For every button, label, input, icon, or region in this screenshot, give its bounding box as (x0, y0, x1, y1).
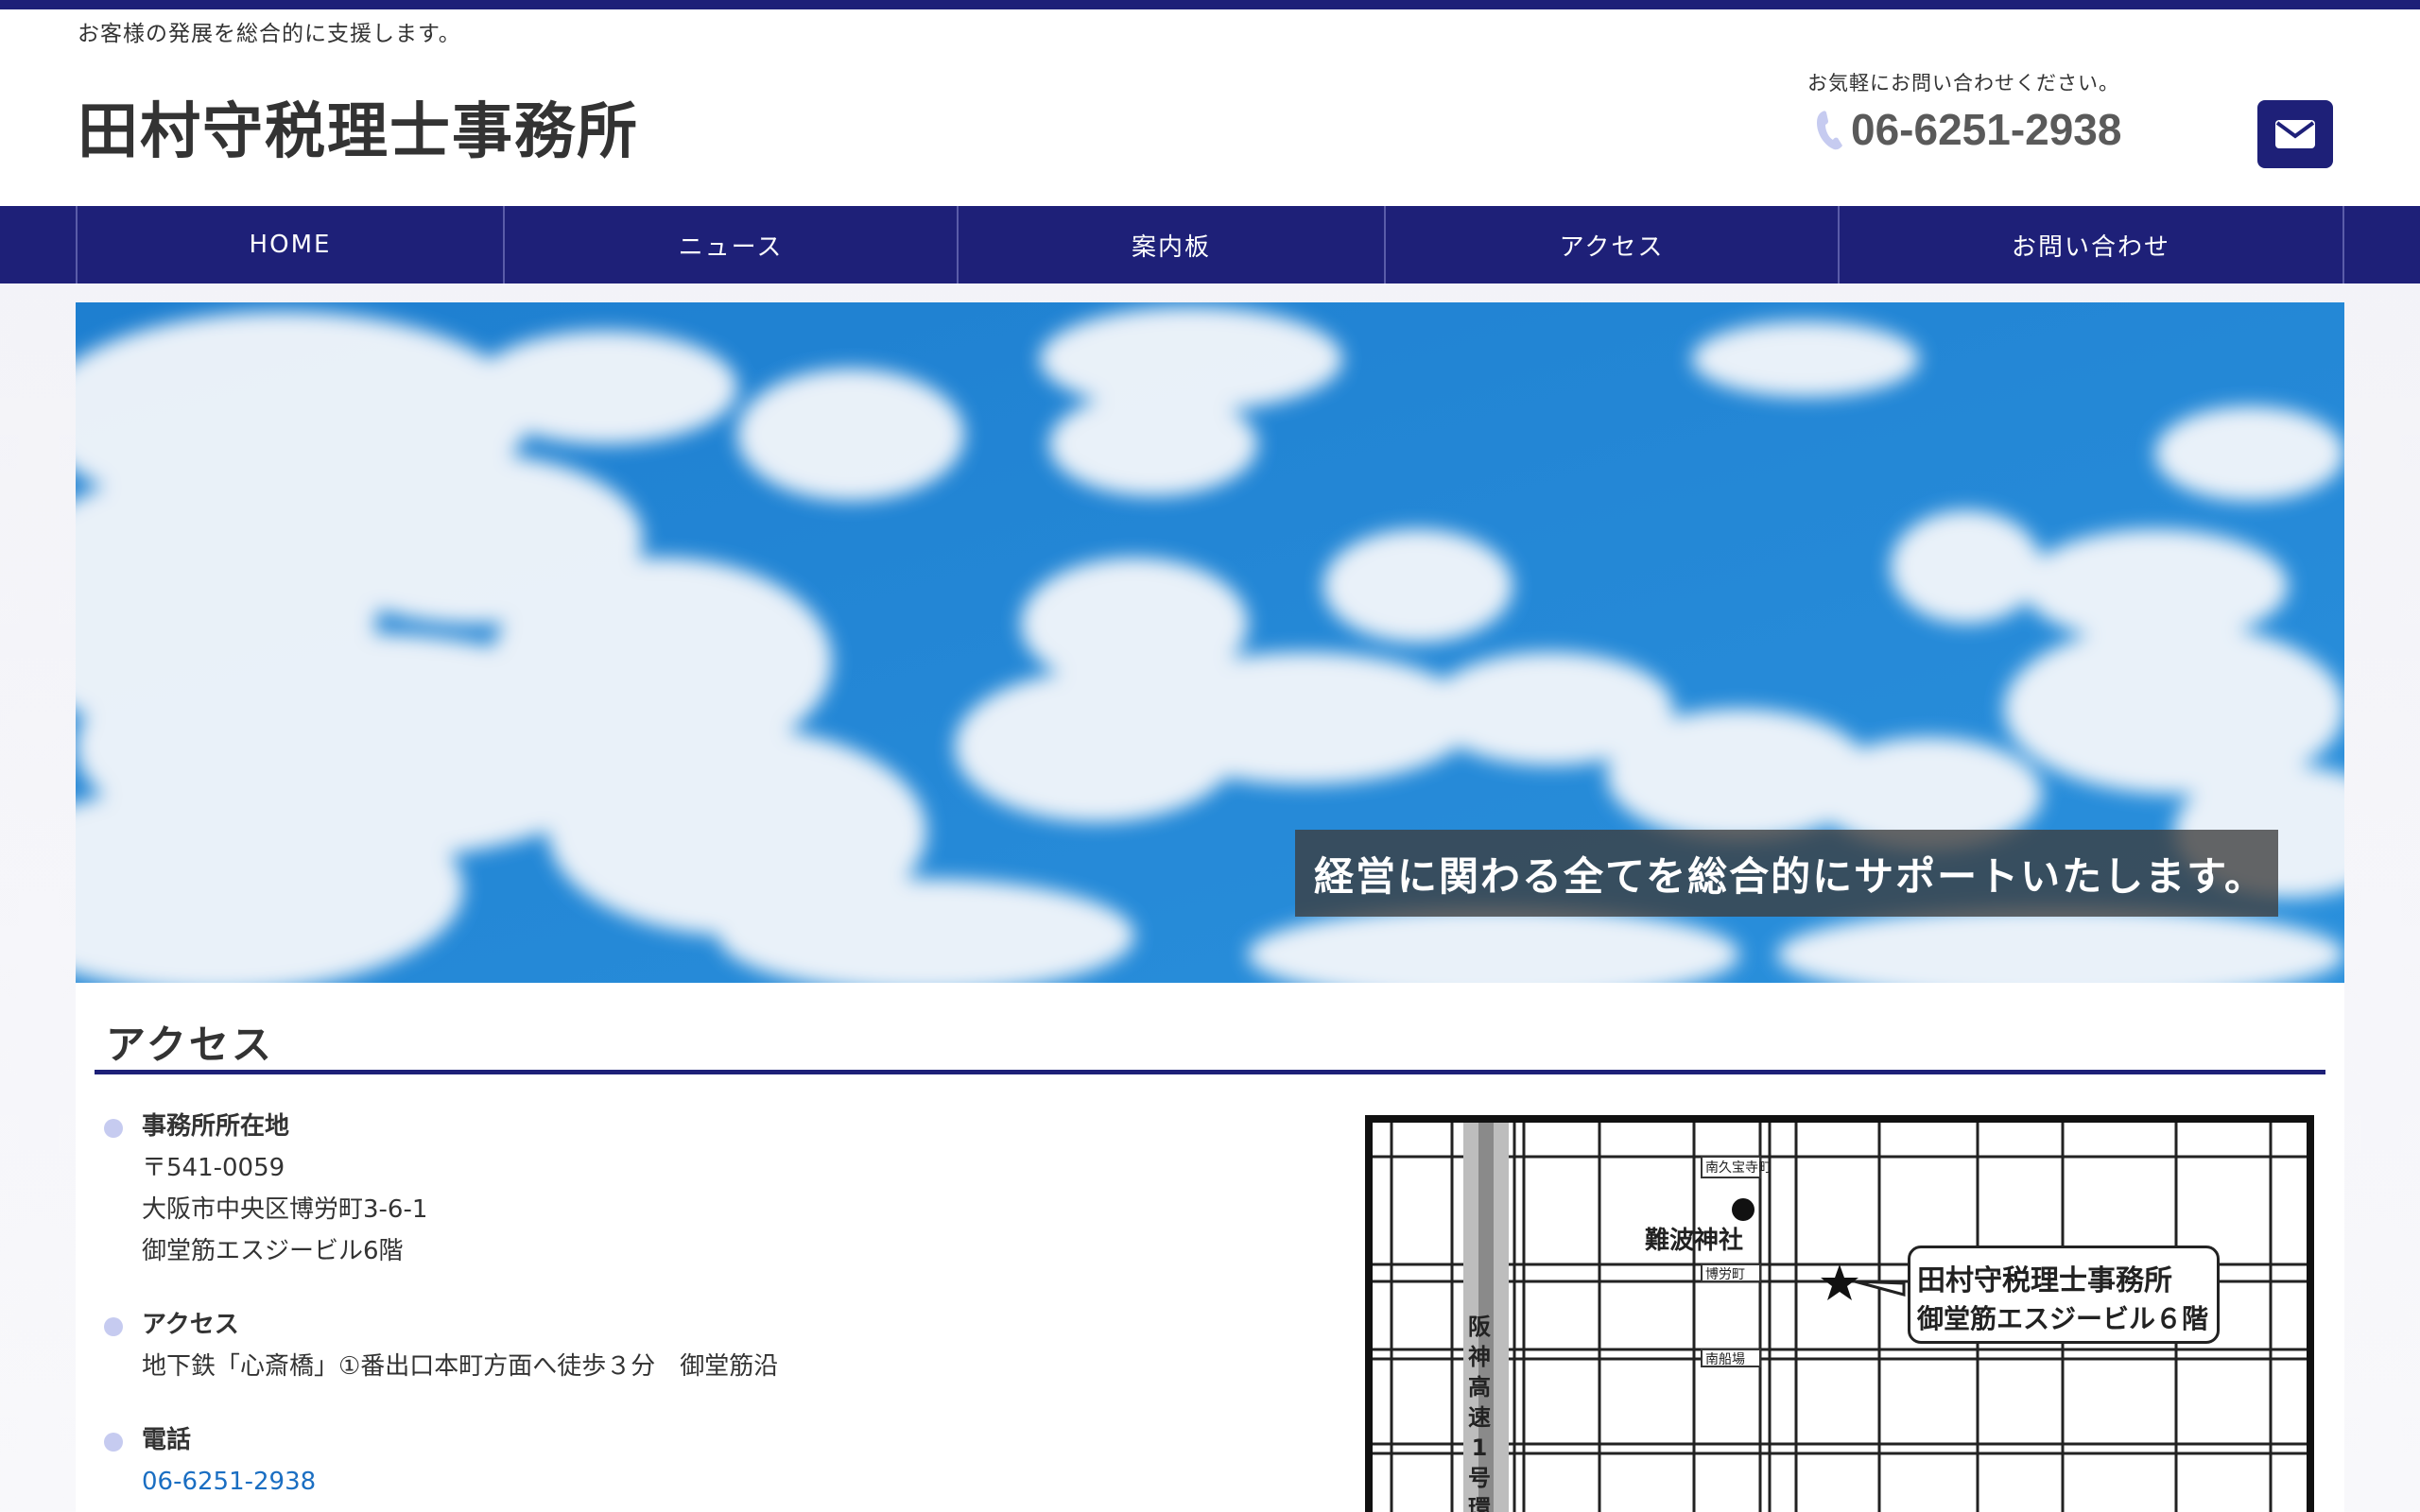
map-highway-label: 阪神高速1号環状線 (1468, 1314, 1491, 1512)
map-street-label-3: 南船場 (1705, 1352, 1745, 1367)
header-phone-number[interactable]: 06-6251-2938 (1851, 104, 2121, 155)
contact-note: お気軽にお問い合わせください。 (1807, 72, 2119, 94)
nav-item-guide[interactable]: 案内板 (959, 206, 1386, 284)
map-building-name: 御堂筋エスジービル６階 (1917, 1303, 2209, 1334)
section-title: アクセス (106, 1022, 274, 1068)
postal-code: 〒541-0059 (142, 1154, 285, 1182)
bullet-icon (104, 1317, 123, 1336)
section-divider (95, 1070, 2325, 1074)
phone-link[interactable]: 06-6251-2938 (142, 1461, 1333, 1503)
mail-button[interactable] (2257, 100, 2333, 168)
nav-item-contact[interactable]: お問い合わせ (1840, 206, 2344, 284)
site-title[interactable]: 田村守税理士事務所 (78, 83, 639, 170)
nav-item-home[interactable]: HOME (78, 206, 505, 284)
bullet-icon (104, 1433, 123, 1452)
address-line-1: 大阪市中央区博労町3-6-1 (142, 1195, 428, 1224)
hero-banner: 経営に関わる全てを総合的にサポートいたします。 (76, 302, 2344, 983)
transit-block: アクセス 地下鉄「心斎橋」①番出口本町方面へ徒歩３分 御堂筋沿 (104, 1304, 1333, 1387)
site-tagline: お客様の発展を総合的に支援します。 (78, 22, 461, 46)
office-heading: 事務所所在地 (142, 1112, 290, 1141)
access-info: 事務所所在地 〒541-0059 大阪市中央区博労町3-6-1 御堂筋エスジービ… (104, 1106, 1333, 1512)
phone-block: 電話 06-6251-2938 (104, 1419, 1333, 1503)
map-street-label-1: 南久宝寺町 (1705, 1160, 1772, 1176)
bullet-icon (104, 1119, 123, 1138)
transit-heading: アクセス (142, 1311, 239, 1339)
map-office-name: 田村守税理士事務所 (1917, 1264, 2172, 1297)
header-phone[interactable]: 06-6251-2938 (1813, 104, 2121, 155)
phone-icon (1817, 111, 1842, 150)
access-section: アクセス 事務所所在地 〒541-0059 大阪市中央区博労町3-6-1 御堂筋… (76, 983, 2344, 1512)
access-map: 南久宝寺町 博労町 南船場 難波神社 阪神高速1号環状線 田村守税理士事務所 御… (1365, 1115, 2314, 1512)
main-nav: HOME ニュース 案内板 アクセス お問い合わせ (0, 206, 2420, 284)
nav-item-access[interactable]: アクセス (1386, 206, 1840, 284)
map-shrine-label: 難波神社 (1645, 1227, 1744, 1255)
nav-item-news[interactable]: ニュース (505, 206, 959, 284)
phone-heading: 電話 (142, 1426, 192, 1454)
hero-caption: 経営に関わる全てを総合的にサポートいたします。 (1295, 830, 2278, 917)
address-line-2: 御堂筋エスジービル6階 (142, 1237, 404, 1265)
mail-icon (2275, 120, 2315, 148)
office-address-block: 事務所所在地 〒541-0059 大阪市中央区博労町3-6-1 御堂筋エスジービ… (104, 1106, 1333, 1272)
map-street-label-2: 博労町 (1705, 1266, 1745, 1282)
transit-text: 地下鉄「心斎橋」①番出口本町方面へ徒歩３分 御堂筋沿 (142, 1352, 779, 1381)
top-accent-bar (0, 0, 2420, 9)
